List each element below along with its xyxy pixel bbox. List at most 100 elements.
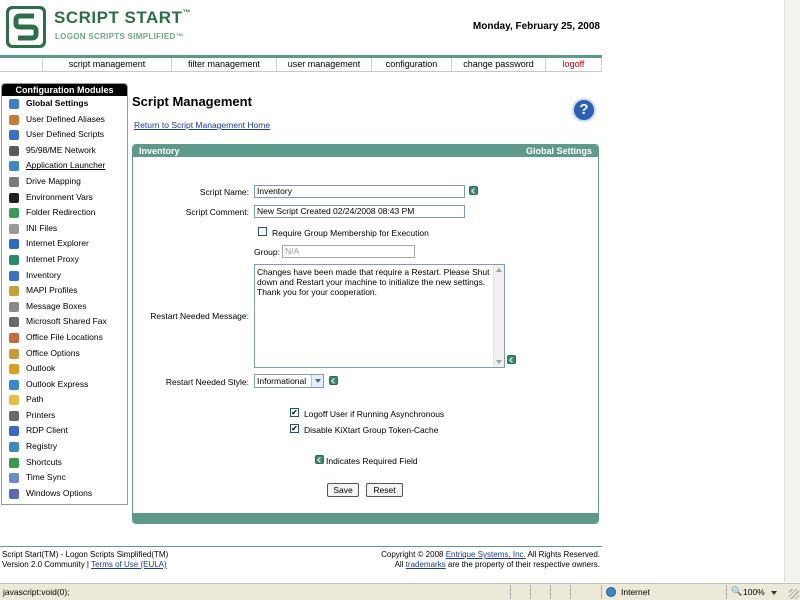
sidebar-item-office-file-locations[interactable]: Office File Locations [2, 330, 127, 346]
zoom-chevron-down-icon[interactable] [771, 591, 777, 595]
nav-user-management[interactable]: user management [277, 58, 372, 72]
sidebar-item-label: Outlook Express [26, 378, 89, 389]
configuration-modules-sidebar: Configuration Modules Global Settings Use… [1, 83, 128, 505]
script-name-input[interactable]: Inventory [254, 185, 465, 198]
sidebar-item-drive-mapping[interactable]: Drive Mapping [2, 174, 127, 190]
folder-icon [9, 395, 19, 406]
sidebar-item-mapi-profiles[interactable]: MAPI Profiles [2, 283, 127, 299]
sidebar-item-ini-files[interactable]: INI Files [2, 221, 127, 237]
clock-icon [9, 473, 19, 484]
restart-message-scrollbar[interactable] [493, 265, 504, 367]
sidebar-item-label: Microsoft Shared Fax [26, 316, 107, 327]
drive-icon [9, 176, 19, 187]
sidebar-item-label: 95/98/ME Network [26, 144, 96, 155]
sidebar-item-global-settings[interactable]: Global Settings [2, 96, 127, 112]
browser-status-bar: javascript:void(0); Internet 🔍 100% [0, 583, 800, 600]
scroll-down-icon[interactable] [496, 360, 502, 364]
resize-grip-icon[interactable] [789, 589, 799, 599]
trademarks-prefix: All [394, 560, 406, 569]
sidebar-item-time-sync[interactable]: Time Sync [2, 470, 127, 486]
footer-left: Script Start(TM) - Logon Scripts Simplif… [2, 550, 168, 570]
page-scrollbar[interactable] [784, 0, 800, 582]
terms-of-use-link[interactable]: Terms of Use (EULA) [91, 560, 167, 569]
company-link[interactable]: Entrique Systems, Inc. [446, 550, 526, 559]
sidebar-item-windows-options[interactable]: Windows Options [2, 486, 127, 502]
restart-style-select[interactable]: Informational [254, 374, 324, 388]
nav-logoff[interactable]: logoff [546, 58, 602, 72]
launcher-icon [9, 161, 19, 172]
sidebar-item-folder-redirection[interactable]: Folder Redirection [2, 205, 127, 221]
zoom-level[interactable]: 100% [743, 587, 765, 597]
sidebar-item-internet-proxy[interactable]: Internet Proxy [2, 252, 127, 268]
chevron-down-icon[interactable] [311, 375, 323, 387]
trademarks-link[interactable]: trademarks [406, 560, 446, 569]
sidebar-item-label: Printers [26, 409, 56, 420]
sidebar-item-path[interactable]: Path [2, 392, 127, 408]
sidebar-item-label: User Defined Aliases [26, 113, 105, 124]
nav-change-password[interactable]: change password [452, 58, 546, 72]
sidebar-item-printers[interactable]: Printers [2, 408, 127, 424]
sidebar-item-internet-explorer[interactable]: Internet Explorer [2, 236, 127, 252]
ie-icon [9, 239, 19, 250]
current-date: Monday, February 25, 2008 [472, 21, 600, 32]
logoff-async-label: Logoff User if Running Asynchronous [304, 409, 445, 419]
disable-kix-label: Disable KiXtart Group Token-Cache [304, 425, 439, 435]
registry-icon [9, 442, 19, 453]
required-field-legend: Indicates Required Field [326, 456, 418, 466]
sidebar-title: Configuration Modules [2, 84, 127, 96]
status-divider [530, 585, 531, 599]
sidebar-item-application-launcher[interactable]: Application Launcher [2, 158, 127, 174]
sidebar-item-label: Office File Locations [26, 331, 103, 342]
sidebar-item-inventory[interactable]: Inventory [2, 268, 127, 284]
require-group-checkbox[interactable] [258, 227, 267, 236]
script-icon [9, 130, 19, 141]
sidebar-item-label: RDP Client [26, 425, 68, 436]
reset-button[interactable]: Reset [366, 483, 403, 497]
restart-message-label: Restart Needed Message: [150, 311, 249, 321]
sidebar-item-shortcuts[interactable]: Shortcuts [2, 455, 127, 471]
sidebar-item-message-boxes[interactable]: Message Boxes [2, 299, 127, 315]
group-label: Group: [254, 247, 280, 257]
sidebar-item-95-98-me-network[interactable]: 95/98/ME Network [2, 143, 127, 159]
sidebar-item-label: Message Boxes [26, 300, 87, 311]
sidebar-item-user-defined-aliases[interactable]: User Defined Aliases [2, 112, 127, 128]
panel-header: Inventory Global Settings [133, 145, 598, 157]
return-to-script-management-link[interactable]: Return to Script Management Home [134, 120, 270, 130]
sidebar-item-user-defined-scripts[interactable]: User Defined Scripts [2, 127, 127, 143]
nav-configuration[interactable]: configuration [372, 58, 452, 72]
disable-kix-checkbox[interactable]: ✔ [290, 424, 299, 433]
nav-script-management[interactable]: script management [42, 58, 172, 72]
windows-icon [9, 488, 19, 499]
status-text: javascript:void(0); [3, 587, 70, 597]
restart-style-value: Informational [257, 376, 307, 386]
sidebar-item-environment-vars[interactable]: Environment Vars [2, 190, 127, 206]
save-button[interactable]: Save [327, 483, 359, 497]
sidebar-item-label: Internet Proxy [26, 253, 79, 264]
nav-filter-management[interactable]: filter management [172, 58, 277, 72]
folder-redirect-icon [9, 208, 19, 219]
sidebar-item-label: Global Settings [26, 98, 89, 108]
sidebar-item-office-options[interactable]: Office Options [2, 346, 127, 362]
sidebar-item-outlook-express[interactable]: Outlook Express [2, 377, 127, 393]
help-icon[interactable]: ? [572, 98, 596, 122]
required-field-icon [469, 186, 478, 195]
sidebar-item-label: Registry [26, 441, 58, 452]
sidebar-item-registry[interactable]: Registry [2, 439, 127, 455]
sidebar-item-rdp-client[interactable]: RDP Client [2, 423, 127, 439]
sidebar-item-label: Windows Options [26, 487, 93, 498]
sidebar-item-outlook[interactable]: Outlook [2, 361, 127, 377]
footer-right: Copyright © 2008 Entrique Systems, Inc. … [381, 550, 600, 570]
restart-message-textarea[interactable]: Changes have been made that require a Re… [254, 264, 505, 368]
script-comment-input[interactable]: New Script Created 02/24/2008 08:43 PM [254, 205, 465, 218]
page-title: Script Management [132, 94, 252, 109]
zoom-magnifier-icon[interactable]: 🔍 [731, 586, 742, 596]
scroll-up-icon[interactable] [496, 268, 502, 272]
group-input[interactable]: N/A [282, 245, 415, 258]
internet-zone-globe-icon [606, 587, 616, 597]
trademarks-suffix: are the property of their respective own… [445, 560, 600, 569]
sidebar-item-microsoft-shared-fax[interactable]: Microsoft Shared Fax [2, 314, 127, 330]
sidebar-item-label: Drive Mapping [26, 175, 81, 186]
sidebar-item-label: Internet Explorer [26, 238, 89, 249]
logoff-async-checkbox[interactable]: ✔ [290, 408, 299, 417]
sidebar-item-label: Folder Redirection [26, 207, 96, 218]
